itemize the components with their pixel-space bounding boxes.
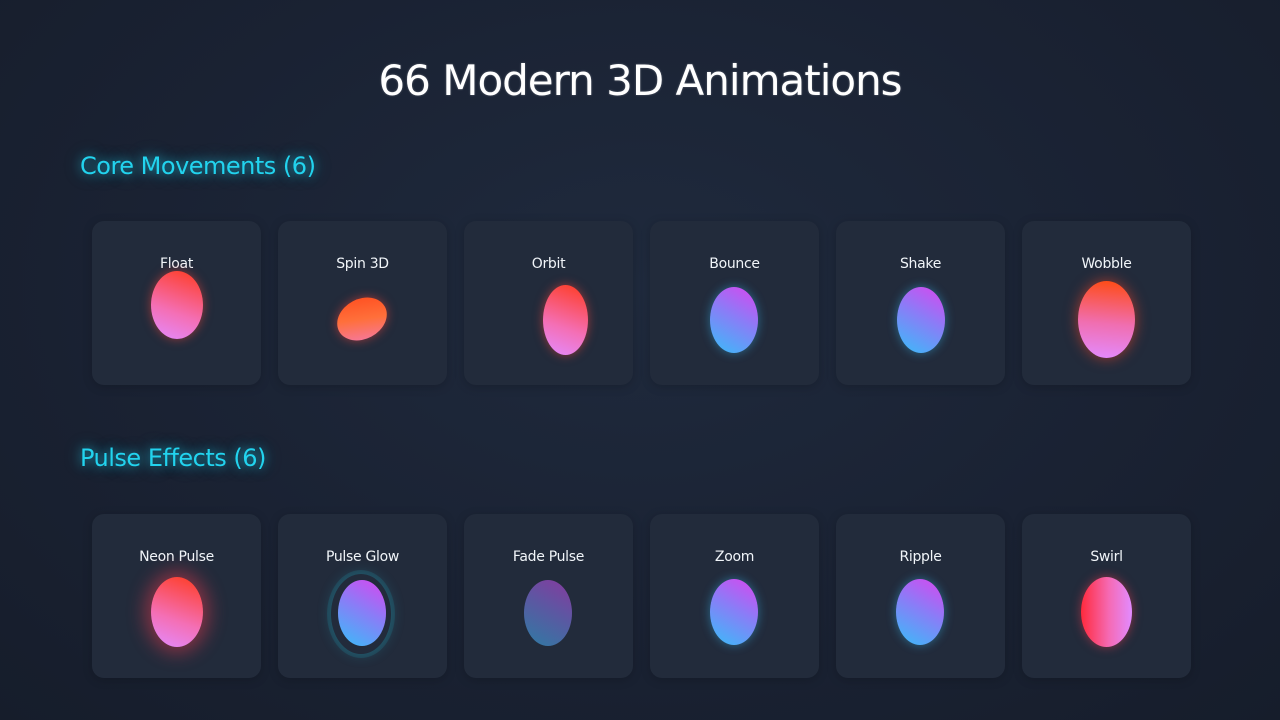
card-label: Ripple: [899, 549, 942, 565]
card-label: Neon Pulse: [139, 549, 214, 565]
card-label: Zoom: [714, 549, 755, 565]
section-heading-pulse-effects: Pulse Effects (6): [80, 444, 266, 472]
card-label: Float: [159, 256, 194, 272]
animation-card-swirl[interactable]: Swirl: [1022, 514, 1191, 678]
card-label: Wobble: [1081, 256, 1132, 272]
animation-card-wobble[interactable]: Wobble: [1022, 221, 1191, 385]
animated-orb: [710, 579, 758, 645]
animated-orb: [897, 287, 945, 353]
core-movements-grid: Float Spin 3D Orbit Bounce Shake Wobble: [92, 221, 1191, 385]
animated-orb: [1078, 281, 1135, 358]
card-label: Fade Pulse: [512, 549, 585, 565]
animation-card-bounce[interactable]: Bounce: [650, 221, 819, 385]
section-heading-core-movements: Core Movements (6): [80, 152, 316, 180]
animation-card-shake[interactable]: Shake: [836, 221, 1005, 385]
pulse-effects-grid: Neon Pulse Pulse Glow Fade Pulse Zoom Ri…: [92, 514, 1191, 678]
animated-orb: [151, 271, 203, 339]
card-label: Bounce: [709, 256, 760, 272]
animation-card-spin-3d[interactable]: Spin 3D: [278, 221, 447, 385]
card-label: Pulse Glow: [325, 549, 400, 565]
animation-card-pulse-glow[interactable]: Pulse Glow: [278, 514, 447, 678]
animated-orb: [543, 285, 588, 355]
animation-card-fade-pulse[interactable]: Fade Pulse: [464, 514, 633, 678]
card-label: Orbit: [531, 256, 566, 272]
animated-orb: [710, 287, 758, 353]
animation-card-float[interactable]: Float: [92, 221, 261, 385]
animated-orb: [896, 579, 944, 645]
animated-orb: [329, 289, 395, 349]
animation-card-ripple[interactable]: Ripple: [836, 514, 1005, 678]
animated-orb: [1081, 577, 1132, 647]
animation-card-zoom[interactable]: Zoom: [650, 514, 819, 678]
animation-card-neon-pulse[interactable]: Neon Pulse: [92, 514, 261, 678]
animated-orb: [338, 580, 386, 646]
page-title: 66 Modern 3D Animations: [378, 56, 902, 105]
animated-orb: [524, 580, 572, 646]
card-label: Shake: [899, 256, 942, 272]
card-label: Spin 3D: [336, 256, 389, 272]
animated-orb: [151, 577, 203, 647]
animation-card-orbit[interactable]: Orbit: [464, 221, 633, 385]
card-label: Swirl: [1090, 549, 1123, 565]
